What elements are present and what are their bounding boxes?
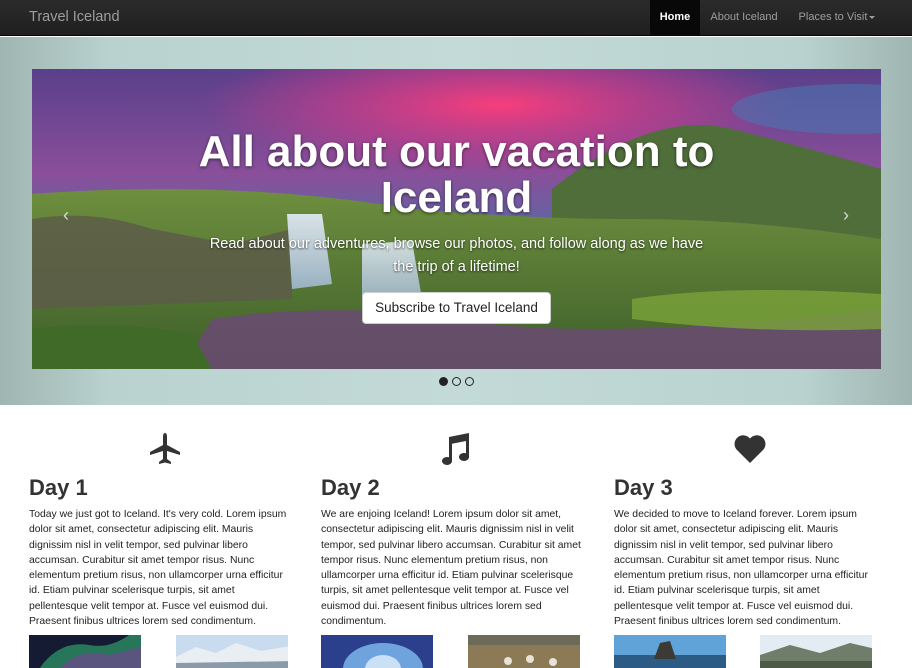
- day-text: We decided to move to Iceland forever. L…: [614, 509, 868, 628]
- carousel-slide: All about our vacation to Iceland Read a…: [32, 69, 881, 369]
- top-navbar: Travel Iceland Home About Iceland Places…: [0, 0, 912, 36]
- nav-item-places-to-visit[interactable]: Places to Visit: [788, 0, 886, 36]
- hero-title: All about our vacation to Iceland: [198, 127, 715, 222]
- nav-item-home[interactable]: Home: [650, 0, 700, 36]
- ice-cave-photo-thumbnail[interactable]: [321, 635, 433, 668]
- carousel-indicator-3[interactable]: [465, 377, 474, 386]
- nav-item-label: About Iceland: [710, 11, 778, 23]
- nav-item-about-iceland[interactable]: About Iceland: [700, 0, 788, 36]
- aurora-photo-thumbnail[interactable]: [29, 635, 141, 668]
- sea-stack-photo-thumbnail[interactable]: [614, 635, 726, 668]
- day-title: Day 3: [614, 475, 673, 500]
- brand-link[interactable]: Travel Iceland: [29, 9, 120, 25]
- nav-item-label: Home: [659, 11, 691, 23]
- heart-icon: [734, 435, 766, 463]
- carousel-indicator-2[interactable]: [452, 377, 461, 386]
- day-column-2: Day 2 We are enjoing Iceland! Lorem ipsu…: [321, 405, 591, 668]
- hero-subtitle: Read about our adventures, browse our ph…: [209, 236, 704, 275]
- day-column-1: Day 1 Today we just got to Iceland. It's…: [29, 405, 299, 668]
- glacier-photo-thumbnail[interactable]: [176, 635, 288, 668]
- nav-item-label: Places to Visit: [798, 11, 868, 23]
- day-title: Day 2: [321, 475, 380, 500]
- day-text: We are enjoing Iceland! Lorem ipsum dolo…: [321, 509, 581, 628]
- airplane-icon: [150, 433, 180, 464]
- sheep-field-photo-thumbnail[interactable]: [468, 635, 580, 668]
- music-note-icon: [442, 433, 469, 465]
- day-title: Day 1: [29, 475, 88, 500]
- day-text: Today we just got to Iceland. It's very …: [29, 509, 287, 628]
- hero-jumbotron: All about our vacation to Iceland Read a…: [0, 37, 912, 405]
- carousel-prev-chevron-left-icon[interactable]: ‹: [56, 205, 76, 225]
- mountain-road-photo-thumbnail[interactable]: [760, 635, 872, 668]
- day-column-3: Day 3 We decided to move to Iceland fore…: [614, 405, 884, 668]
- caret-down-icon: [869, 15, 876, 19]
- carousel-next-chevron-right-icon[interactable]: ›: [836, 205, 856, 225]
- carousel-indicator-1[interactable]: [439, 377, 448, 386]
- subscribe-button[interactable]: Subscribe to Travel Iceland: [362, 292, 551, 324]
